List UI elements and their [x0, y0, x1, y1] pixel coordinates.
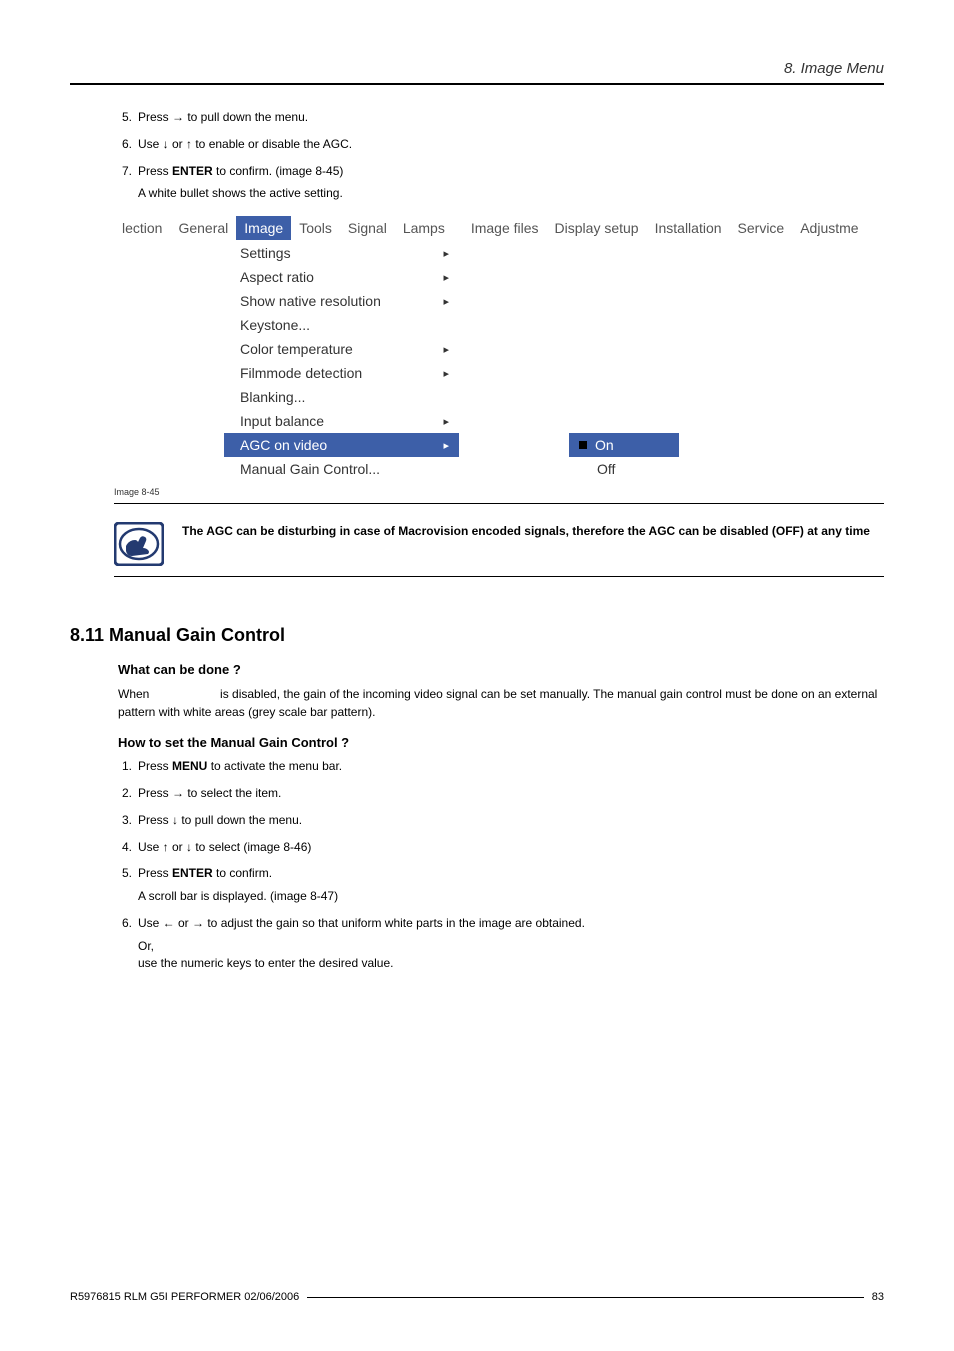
drop-item-settings[interactable]: Settings ▸ — [224, 241, 459, 265]
drop-item-agc-on-video[interactable]: AGC on video ▸ — [224, 433, 459, 457]
step-b-1: 1. Press MENU to activate the menu bar. — [118, 758, 884, 775]
menu-tab-image[interactable]: Image — [236, 216, 291, 240]
chevron-right-icon: ▸ — [443, 439, 449, 452]
submenu-item-off[interactable]: Off — [569, 457, 679, 481]
steps-list-a: 5. Press → to pull down the menu. 6. Use… — [70, 109, 884, 202]
step-body: Press ENTER to confirm. A scroll bar is … — [138, 865, 884, 905]
drop-item-blanking[interactable]: Blanking... — [224, 385, 459, 409]
step-number: 2. — [118, 785, 132, 802]
step-b-6: 6. Use ← or → to adjust the gain so that… — [118, 915, 884, 971]
chapter-header: 8. Image Menu — [70, 60, 884, 77]
menu-tab-lection[interactable]: lection — [114, 216, 170, 240]
header-rule — [70, 83, 884, 85]
step-number: 3. — [118, 812, 132, 829]
drop-label: AGC on video — [240, 437, 327, 453]
menu-tab-general[interactable]: General — [170, 216, 236, 240]
chevron-right-icon: ▸ — [443, 247, 449, 260]
step-b-5: 5. Press ENTER to confirm. A scroll bar … — [118, 865, 884, 905]
drop-item-show-native-resolution[interactable]: Show native resolution ▸ — [224, 289, 459, 313]
menu-tab-signal[interactable]: Signal — [340, 216, 395, 240]
step-a-7: 7. Press ENTER to confirm. (image 8-45) … — [118, 163, 884, 203]
chevron-right-icon: ▸ — [443, 343, 449, 356]
step-body: Use ↓ or ↑ to enable or disable the AGC. — [138, 136, 884, 153]
step-number: 7. — [118, 163, 132, 203]
drop-label: Settings — [240, 245, 291, 261]
note-top-rule — [114, 503, 884, 504]
step-number: 6. — [118, 915, 132, 971]
menu-tab-tools[interactable]: Tools — [291, 216, 340, 240]
chevron-right-icon: ▸ — [443, 367, 449, 380]
step-a-5: 5. Press → to pull down the menu. — [118, 109, 884, 126]
step-number: 6. — [118, 136, 132, 153]
step-number: 1. — [118, 758, 132, 775]
note-text: The AGC can be disturbing in case of Mac… — [182, 522, 884, 540]
drop-item-input-balance[interactable]: Input balance ▸ — [224, 409, 459, 433]
drop-label: Input balance — [240, 413, 324, 429]
image-dropdown: Settings ▸ Aspect ratio ▸ Show native re… — [224, 240, 459, 481]
step-body: Use ← or → to adjust the gain so that un… — [138, 915, 884, 971]
menu-tab-adjustme[interactable]: Adjustme — [792, 216, 866, 240]
drop-item-filmmode-detection[interactable]: Filmmode detection ▸ — [224, 361, 459, 385]
step-number: 5. — [118, 865, 132, 905]
footer-left: R5976815 RLM G5I PERFORMER 02/06/2006 — [70, 1291, 299, 1303]
step-b-2: 2. Press → to select the item. — [118, 785, 884, 802]
submenu-item-on[interactable]: On — [569, 433, 679, 457]
menu-tab-display-setup[interactable]: Display setup — [547, 216, 647, 240]
drop-item-aspect-ratio[interactable]: Aspect ratio ▸ — [224, 265, 459, 289]
menu-tab-service[interactable]: Service — [730, 216, 793, 240]
menu-tab-image-files[interactable]: Image files — [463, 216, 547, 240]
bullet-square-icon — [579, 441, 587, 449]
step-number: 5. — [118, 109, 132, 126]
drop-item-color-temperature[interactable]: Color temperature ▸ — [224, 337, 459, 361]
page-footer: R5976815 RLM G5I PERFORMER 02/06/2006 83 — [70, 1291, 884, 1303]
step-number: 4. — [118, 839, 132, 856]
drop-item-keystone[interactable]: Keystone... — [224, 313, 459, 337]
menu-screenshot: lection General Image Tools Signal Lamps… — [114, 216, 904, 481]
drop-label: Keystone... — [240, 317, 310, 333]
step-body: Use ↑ or ↓ to select (image 8-46) — [138, 839, 884, 856]
menu-bar: lection General Image Tools Signal Lamps… — [114, 216, 904, 240]
menu-tab-installation[interactable]: Installation — [647, 216, 730, 240]
image-caption: Image 8-45 — [114, 487, 884, 497]
step-body-sub: Or, — [138, 938, 884, 955]
drop-label: Aspect ratio — [240, 269, 314, 285]
step-body-sub2: use the numeric keys to enter the desire… — [138, 955, 884, 972]
step-body: Press → to select the item. — [138, 785, 884, 802]
footer-page: 83 — [872, 1291, 884, 1303]
note-bottom-rule — [114, 576, 884, 577]
step-b-3: 3. Press ↓ to pull down the menu. — [118, 812, 884, 829]
step-body: Press → to pull down the menu. — [138, 109, 884, 126]
drop-label: Color temperature — [240, 341, 353, 357]
step-body: Press ↓ to pull down the menu. — [138, 812, 884, 829]
drop-label: Show native resolution — [240, 293, 381, 309]
step-b-4: 4. Use ↑ or ↓ to select (image 8-46) — [118, 839, 884, 856]
submenu-label: On — [595, 437, 614, 453]
drop-item-manual-gain-control[interactable]: Manual Gain Control... — [224, 457, 459, 481]
chevron-right-icon: ▸ — [443, 415, 449, 428]
footer-rule — [307, 1297, 863, 1298]
chevron-right-icon: ▸ — [443, 271, 449, 284]
how-heading: How to set the Manual Gain Control ? — [118, 735, 884, 750]
step-a-6: 6. Use ↓ or ↑ to enable or disable the A… — [118, 136, 884, 153]
section-heading: 8.11 Manual Gain Control — [70, 625, 884, 646]
drop-label: Filmmode detection — [240, 365, 362, 381]
drop-label: Manual Gain Control... — [240, 461, 380, 477]
what-heading: What can be done ? — [118, 662, 884, 677]
step-body-sub: A white bullet shows the active setting. — [138, 185, 884, 202]
what-paragraph: When is disabled, the gain of the incomi… — [118, 685, 884, 721]
drop-label: Blanking... — [240, 389, 305, 405]
hand-point-icon — [114, 522, 164, 566]
step-body: Press MENU to activate the menu bar. — [138, 758, 884, 775]
step-body-sub: A scroll bar is displayed. (image 8-47) — [138, 888, 884, 905]
menu-tab-lamps[interactable]: Lamps — [395, 216, 453, 240]
submenu-label: Off — [597, 461, 615, 477]
chevron-right-icon: ▸ — [443, 295, 449, 308]
steps-list-b: 1. Press MENU to activate the menu bar. … — [70, 758, 884, 971]
note-block: The AGC can be disturbing in case of Mac… — [114, 522, 884, 566]
agc-submenu: On Off — [569, 433, 679, 481]
step-body: Press ENTER to confirm. (image 8-45) A w… — [138, 163, 884, 203]
